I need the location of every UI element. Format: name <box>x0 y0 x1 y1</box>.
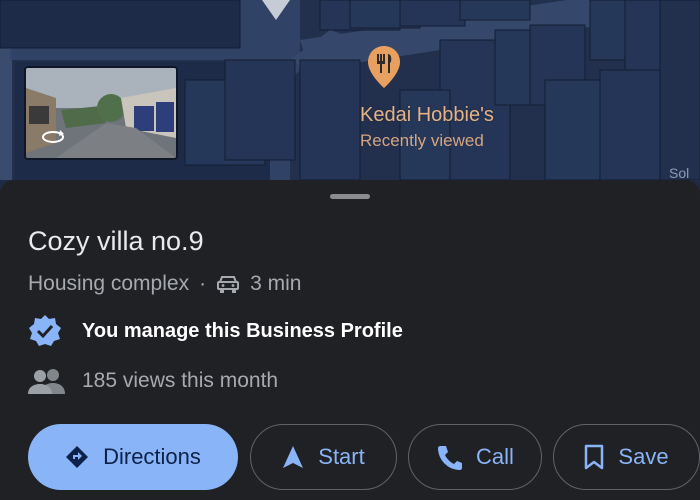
directions-icon <box>66 446 89 468</box>
verified-badge-icon <box>29 315 61 346</box>
start-button[interactable]: Start <box>250 424 397 490</box>
map-street-label: Sol <box>669 165 690 180</box>
views-row: 185 views this month <box>28 364 278 398</box>
restaurant-icon[interactable] <box>366 44 402 90</box>
directions-button[interactable]: Directions <box>28 424 238 490</box>
views-count-text: 185 views this month <box>82 369 279 392</box>
place-title: Cozy villa no.9 <box>28 226 204 256</box>
navigation-arrow-icon <box>283 446 304 468</box>
street-view-image <box>26 68 176 158</box>
people-icon <box>28 369 65 394</box>
place-bottom-sheet[interactable]: Cozy villa no.9 Housing complex · 3 min … <box>0 180 700 500</box>
save-button[interactable]: Save <box>553 424 700 490</box>
phone-icon <box>438 446 463 470</box>
car-icon <box>217 276 240 293</box>
street-view-thumbnail[interactable] <box>24 66 178 160</box>
place-category: Housing complex <box>28 272 190 295</box>
start-label: Start <box>318 444 365 469</box>
rotate-360-icon <box>42 130 64 143</box>
business-profile-text: You manage this Business Profile <box>82 319 403 342</box>
drag-handle[interactable] <box>330 194 370 199</box>
map-view[interactable]: Kedai Hobbie's Recently viewed Sol <box>0 0 700 180</box>
poi-name-label[interactable]: Kedai Hobbie's <box>360 104 494 127</box>
directions-label: Directions <box>103 444 201 469</box>
place-meta-row: Housing complex · 3 min <box>28 270 301 298</box>
meta-separator: · <box>199 272 207 295</box>
travel-time: 3 min <box>250 272 302 295</box>
save-label: Save <box>618 444 669 469</box>
call-button[interactable]: Call <box>408 424 542 490</box>
call-label: Call <box>476 444 514 469</box>
business-profile-row[interactable]: You manage this Business Profile <box>28 314 403 348</box>
bookmark-icon <box>585 444 604 470</box>
poi-subtitle-label: Recently viewed <box>360 131 484 150</box>
